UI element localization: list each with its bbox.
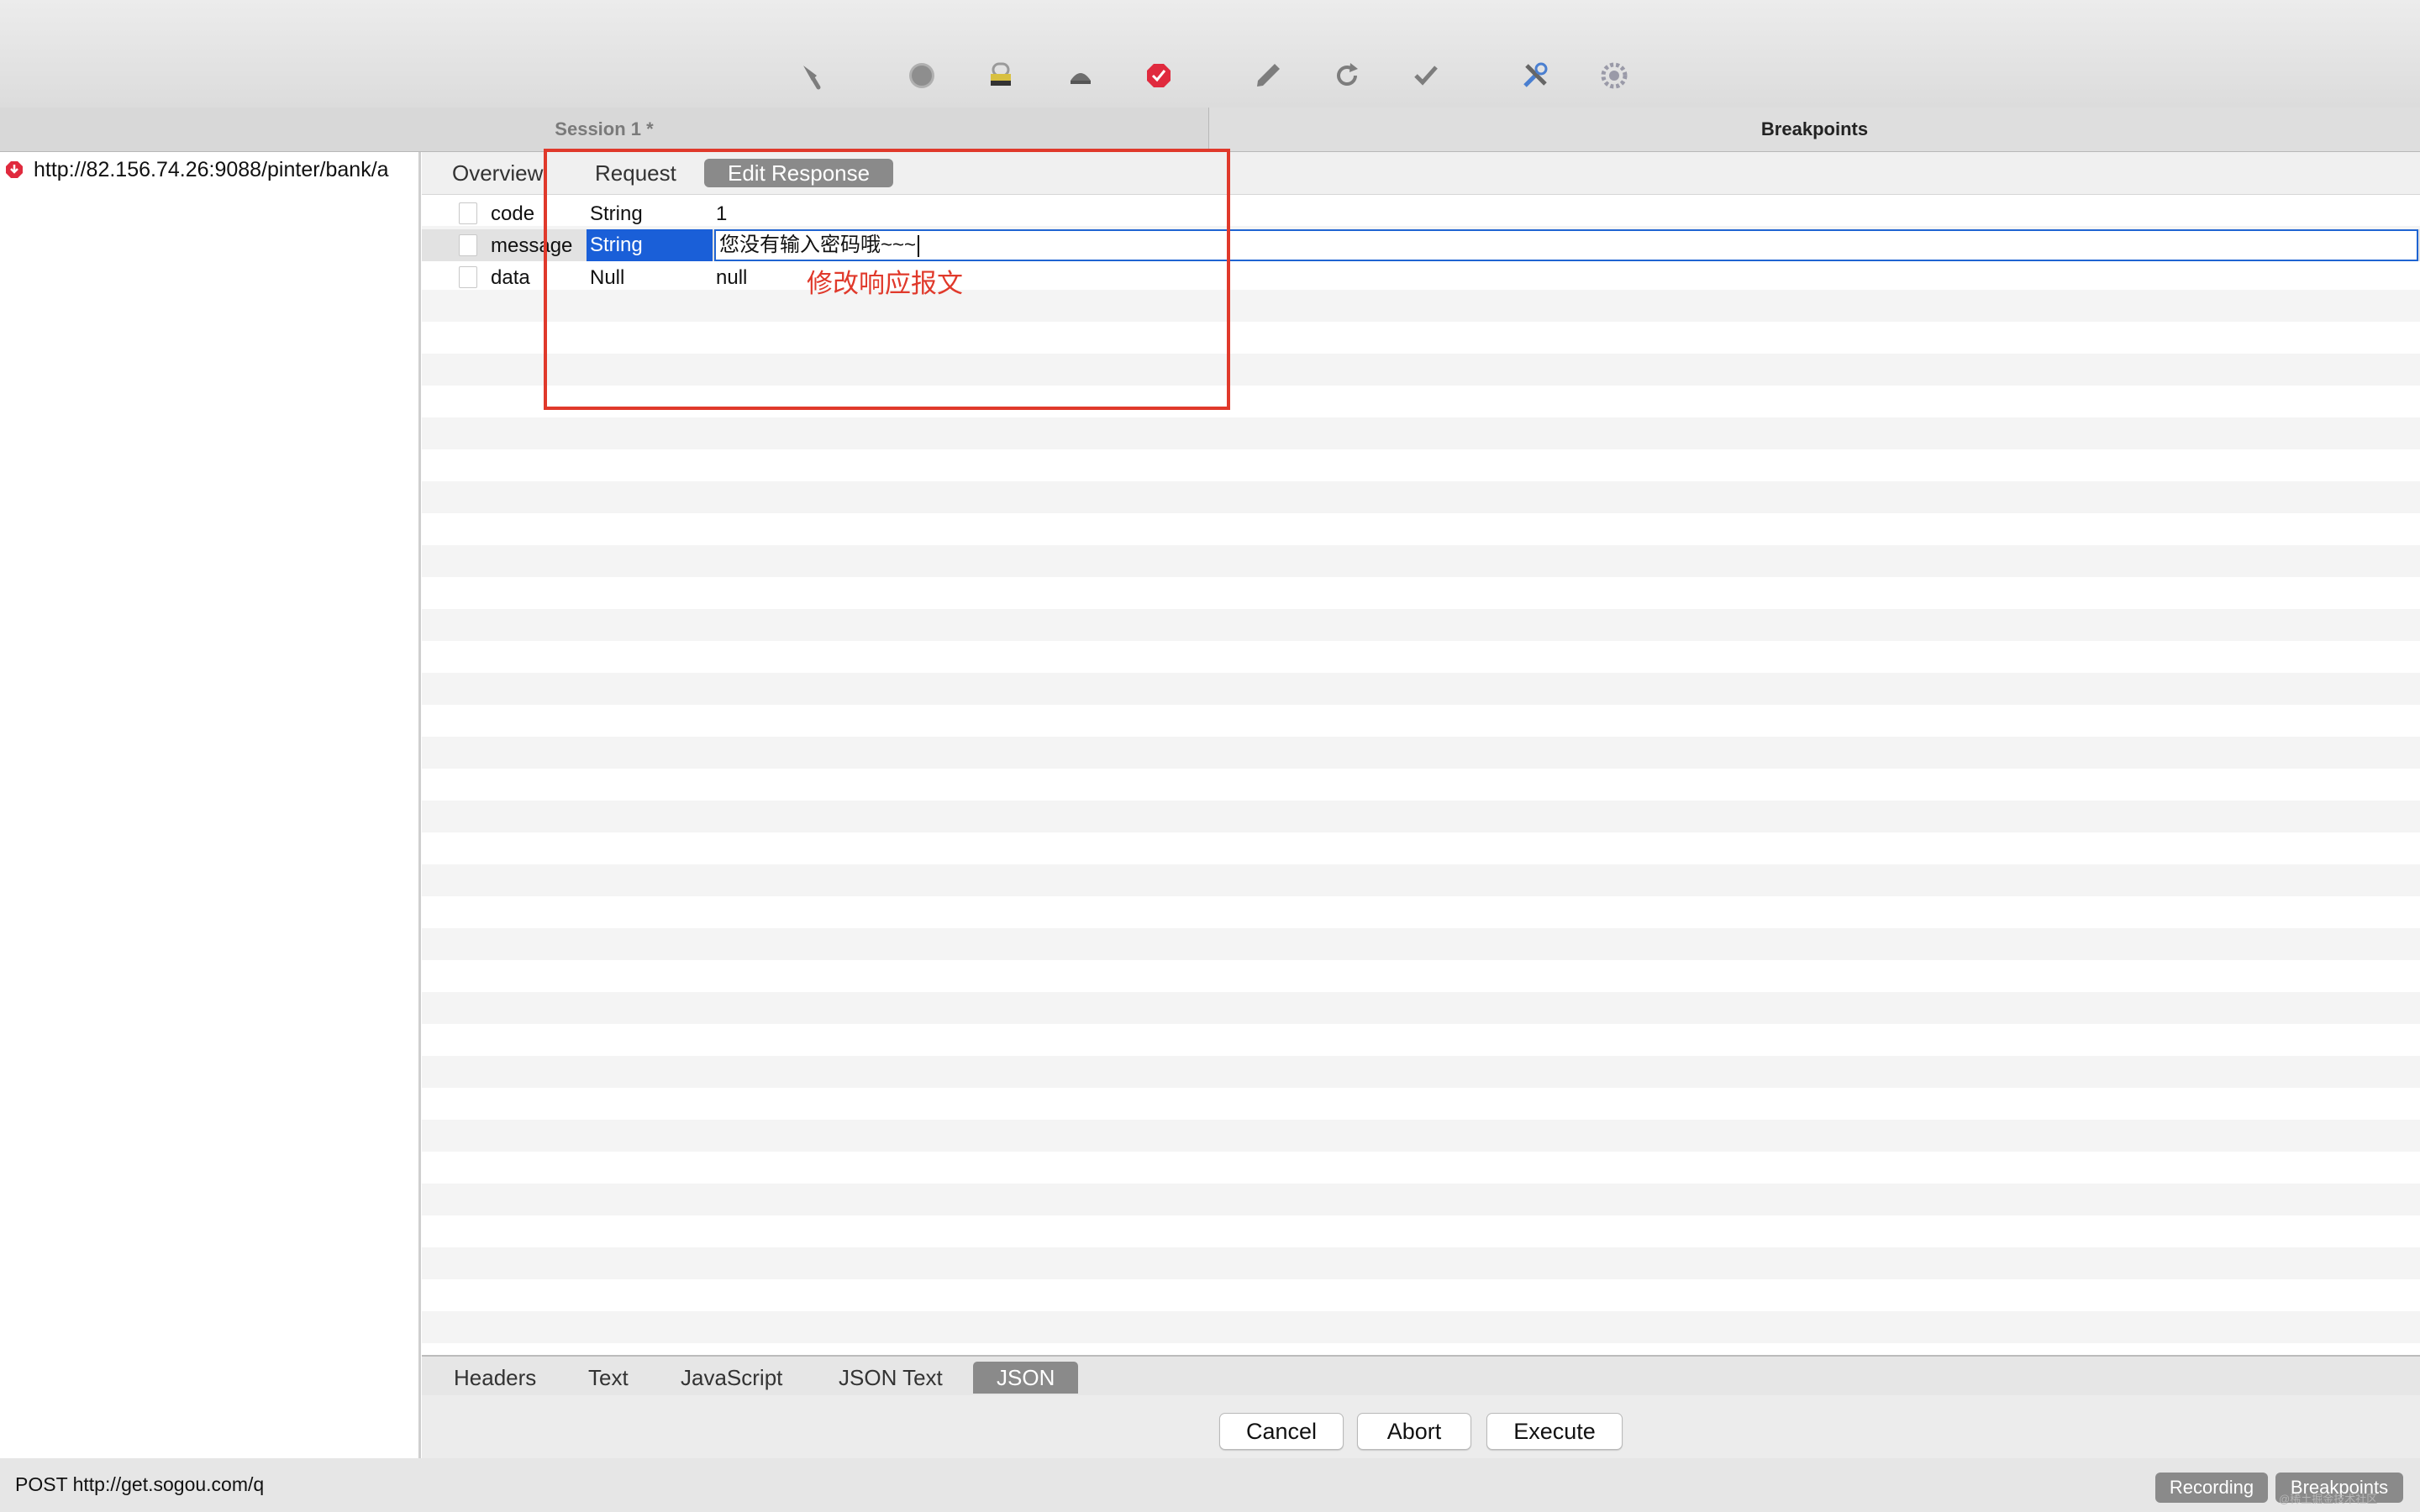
- ssl-lock-icon[interactable]: [984, 59, 1018, 92]
- tab-text[interactable]: Text: [588, 1362, 629, 1394]
- validate-check-icon[interactable]: [1409, 59, 1443, 92]
- breakpoint-icon[interactable]: [1142, 59, 1176, 92]
- tab-headers[interactable]: Headers: [454, 1362, 536, 1394]
- tab-overview[interactable]: Overview: [452, 159, 543, 187]
- action-bar: Cancel Abort Execute: [422, 1395, 2420, 1458]
- annotation-label: 修改响应报文: [807, 269, 963, 298]
- repeat-icon[interactable]: [1330, 59, 1364, 92]
- json-key: data: [491, 266, 530, 289]
- toolbar: [0, 0, 2420, 108]
- status-bar: POST http://get.sogou.com/q Recording Br…: [0, 1458, 2420, 1512]
- tab-json[interactable]: JSON: [973, 1362, 1079, 1394]
- breakpoint-paused-icon: [6, 161, 23, 178]
- throttle-turtle-icon[interactable]: [1064, 59, 1097, 92]
- request-list: http://82.156.74.26:9088/pinter/bank/a: [0, 152, 421, 1459]
- record-icon[interactable]: [905, 59, 939, 92]
- list-item[interactable]: http://82.156.74.26:9088/pinter/bank/a: [0, 155, 418, 184]
- response-format-tabs: Headers Text JavaScript JSON Text JSON: [422, 1355, 2420, 1397]
- status-text: POST http://get.sogou.com/q: [15, 1473, 265, 1495]
- broom-icon[interactable]: [797, 59, 830, 92]
- execute-button[interactable]: Execute: [1486, 1413, 1623, 1450]
- settings-gear-icon[interactable]: [1597, 59, 1631, 92]
- cancel-button[interactable]: Cancel: [1219, 1413, 1344, 1450]
- document-icon: [459, 266, 477, 288]
- tab-javascript[interactable]: JavaScript: [681, 1362, 782, 1394]
- document-icon: [459, 202, 477, 224]
- request-url: http://82.156.74.26:9088/pinter/bank/a: [34, 157, 389, 181]
- session-header: Session 1 * Breakpoints: [0, 108, 2420, 152]
- document-icon: [459, 234, 477, 256]
- tools-icon[interactable]: [1518, 59, 1552, 92]
- json-key: code: [491, 202, 535, 225]
- compose-pen-icon[interactable]: [1251, 59, 1285, 92]
- tab-json-text[interactable]: JSON Text: [839, 1362, 943, 1394]
- abort-button[interactable]: Abort: [1357, 1413, 1471, 1450]
- breakpoints-panel-title: Breakpoints: [1209, 108, 2420, 151]
- watermark: @稀土掘金技术社区: [2279, 1493, 2378, 1505]
- recording-button[interactable]: Recording: [2155, 1473, 2268, 1503]
- session-tab[interactable]: Session 1 *: [0, 108, 1209, 151]
